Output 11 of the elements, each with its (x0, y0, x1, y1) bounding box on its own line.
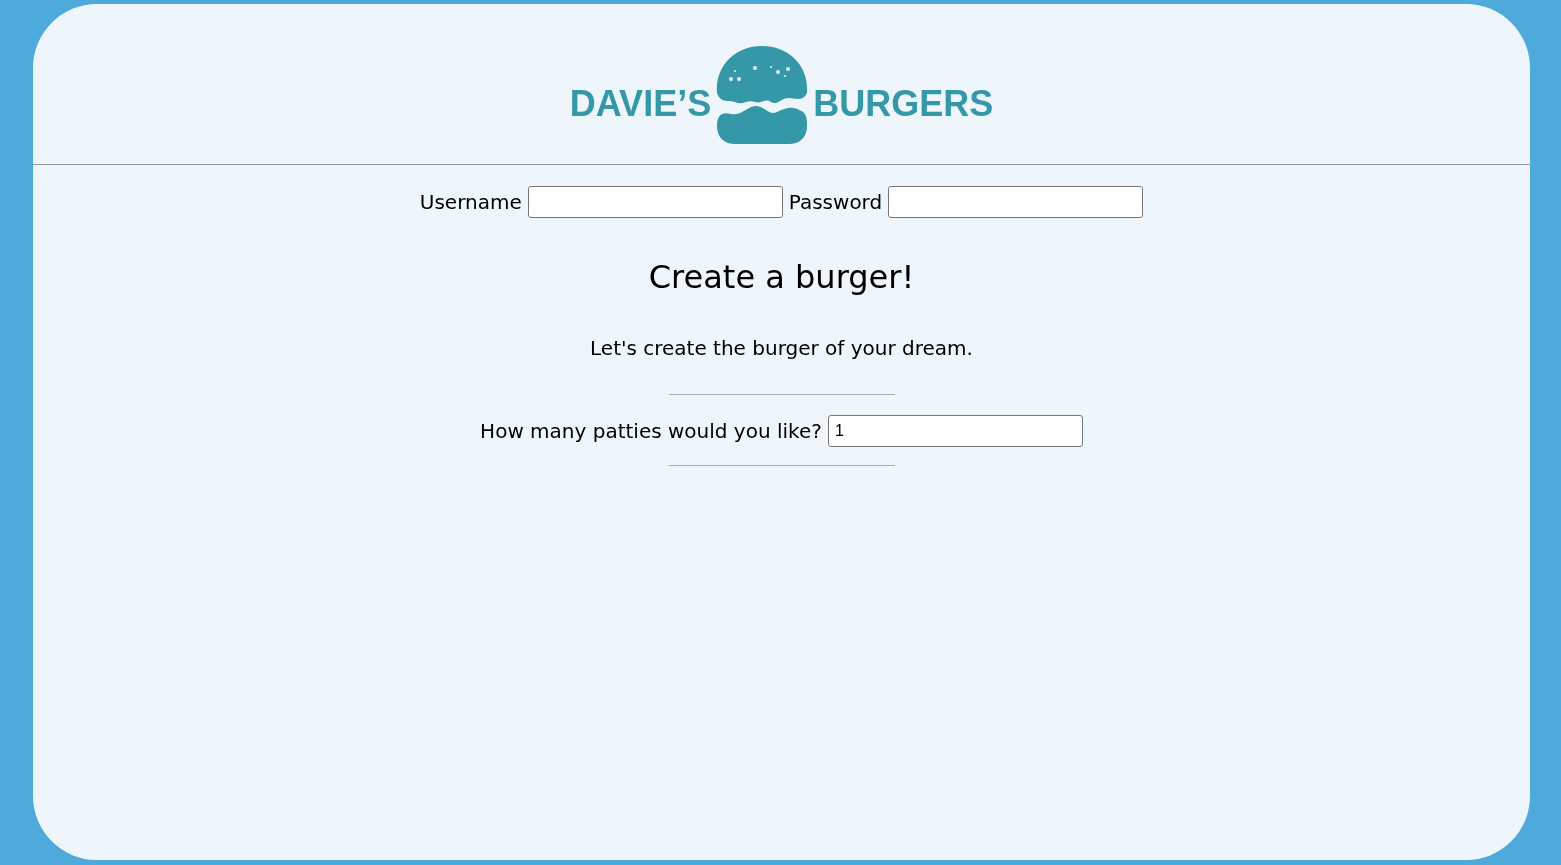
patties-label: How many patties would you like? (480, 419, 822, 443)
burger-icon (715, 46, 810, 144)
intro-text: Let's create the burger of your dream. (589, 336, 974, 360)
logo-text: DAVIE’S (569, 83, 712, 125)
password-field[interactable] (888, 186, 1144, 218)
patties-field[interactable]: 1 (827, 415, 1083, 447)
page-heading: Create a burger! (647, 258, 916, 296)
username-field[interactable] (527, 186, 783, 218)
password-label: Password (788, 190, 883, 214)
logo-text: BURGERS (813, 83, 994, 125)
username-label: Username (419, 190, 522, 214)
